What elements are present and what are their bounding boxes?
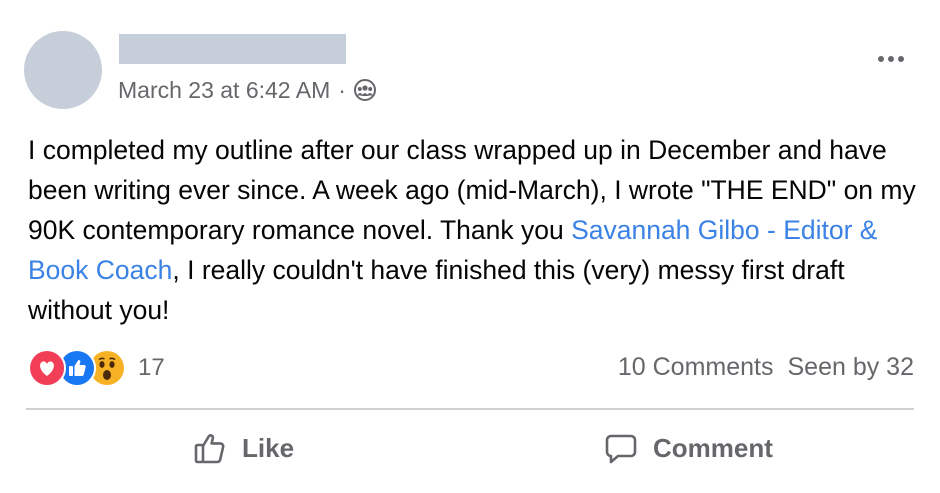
more-dot [898,56,904,62]
post-body: I completed my outline after our class w… [28,130,920,330]
reactions-summary[interactable]: 17 [28,349,165,387]
like-label: Like [242,432,295,463]
thumbs-up-icon [192,430,228,466]
more-dot [888,56,894,62]
comment-button[interactable]: Comment [603,424,773,472]
comment-bubble-icon [603,430,639,466]
more-dot [878,56,884,62]
post-stats: 10 Comments Seen by 32 [618,353,914,382]
like-button[interactable]: Like [192,424,294,472]
comment-label: Comment [653,432,773,463]
author-avatar[interactable] [24,31,102,109]
seen-by-count[interactable]: Seen by 32 [788,353,915,382]
author-name-redacted[interactable] [119,34,346,64]
post-meta: March 23 at 6:42 AM · [118,76,377,104]
actions-divider [26,408,914,410]
meta-separator: · [338,76,346,103]
more-options-icon[interactable] [878,56,904,62]
reaction-count: 17 [138,354,165,381]
love-icon [28,349,66,387]
post-timestamp[interactable]: March 23 at 6:42 AM [118,77,330,104]
group-icon[interactable] [353,78,377,102]
comments-count-link[interactable]: 10 Comments [618,353,774,382]
